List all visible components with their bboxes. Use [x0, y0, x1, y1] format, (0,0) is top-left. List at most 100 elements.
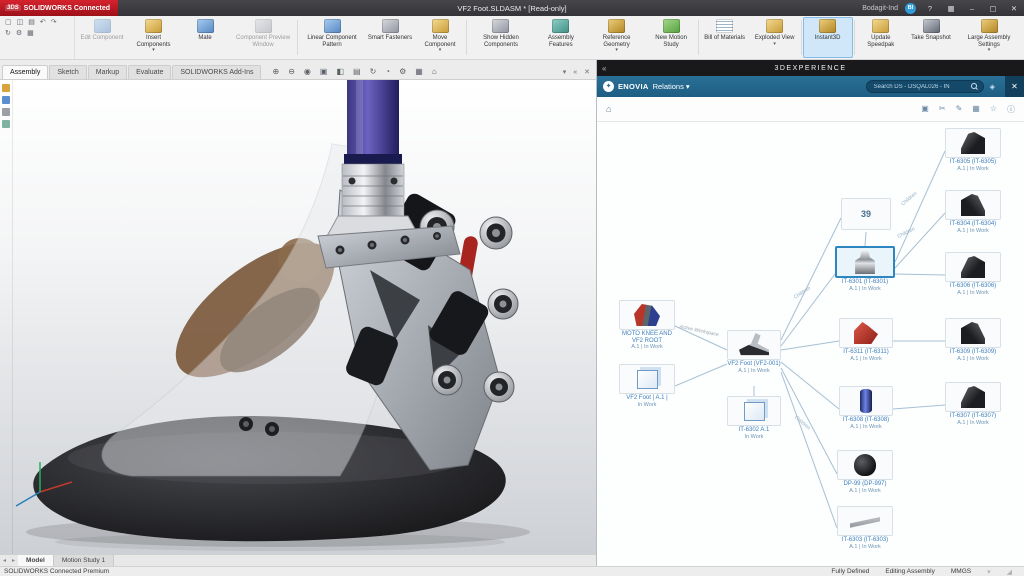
new-motion-study-button[interactable]: New Motion Study — [646, 17, 697, 58]
reference-geometry-button[interactable]: Reference Geometry ▾ — [588, 17, 646, 58]
views-grid-icon[interactable]: ▦ — [27, 29, 34, 37]
tab-markup[interactable]: Markup — [88, 65, 127, 79]
units-caret-icon[interactable]: ▾ — [987, 568, 991, 576]
layers-icon[interactable]: ▣ — [921, 104, 929, 115]
relation-node-it6301-selected[interactable]: IT-6301 (IT-6301) A.1 | In Work — [835, 246, 895, 292]
minimize-button[interactable]: – — [965, 4, 979, 13]
search-input[interactable] — [866, 80, 984, 93]
options-gear-icon[interactable]: ⚙ — [16, 29, 22, 37]
resize-grip-icon[interactable]: ◢ — [1007, 568, 1012, 576]
avatar[interactable]: BI — [905, 3, 916, 14]
zoom-in-icon[interactable]: ⊕ — [272, 67, 279, 76]
tab-scroll-left-icon[interactable]: ◂ — [0, 557, 9, 564]
relation-node-it6311[interactable]: IT-6311 (IT-6311) A.1 | In Work — [839, 318, 893, 362]
tab-motion-study-1[interactable]: Motion Study 1 — [54, 555, 114, 566]
collapse-pane-icon[interactable]: « — [573, 69, 577, 76]
model-viewport[interactable] — [0, 80, 596, 554]
tab-evaluate[interactable]: Evaluate — [128, 65, 171, 79]
tab-solidworks-add-ins[interactable]: SOLIDWORKS Add-Ins — [172, 65, 261, 79]
display-pane-icon[interactable] — [2, 96, 10, 104]
chevron-down-icon[interactable]: ▾ — [988, 48, 991, 53]
scissors-icon[interactable]: ✂ — [939, 104, 946, 115]
star-icon[interactable]: ☆ — [990, 104, 997, 115]
tag-icon[interactable]: ◈ — [986, 83, 999, 91]
close-pane-icon[interactable]: ✕ — [584, 68, 590, 76]
view-orientation-icon[interactable]: ▣ — [320, 67, 328, 76]
units-selector[interactable]: MMGS — [951, 568, 971, 575]
show-hidden-components-button[interactable]: Show Hidden Components — [468, 17, 534, 58]
relations-graph[interactable]: Children Children Children Children Acti… — [597, 122, 1024, 566]
appearance-icon[interactable]: ◔ — [385, 67, 390, 76]
assembly-features-button[interactable]: Assembly Features — [534, 17, 588, 58]
bill-of-materials-button[interactable]: Bill of Materials — [700, 17, 750, 58]
update-speedpak-button[interactable]: Update Speedpak — [856, 17, 906, 58]
save-icon[interactable]: ▤ — [28, 18, 35, 26]
relation-node-it6305[interactable]: IT-6305 (IT-6305) A.1 | In Work — [945, 128, 1001, 172]
expand-panel-icon[interactable]: « — [602, 64, 606, 73]
redo-icon[interactable]: ↷ — [51, 18, 57, 26]
exploded-view-button[interactable]: Exploded View ▾ — [750, 17, 800, 58]
scene-icon[interactable]: ▦ — [415, 67, 423, 76]
relation-node-it6304[interactable]: IT-6304 (IT-6304) A.1 | In Work — [945, 190, 1001, 234]
flat-part-thumbnail — [850, 511, 880, 531]
smart-fasteners-button[interactable]: Smart Fasteners — [365, 17, 415, 58]
instant3d-button[interactable]: Instant3D — [803, 17, 853, 58]
relation-node-vf2-foot-ref[interactable]: VF2 Foot | A.1 | In Work — [619, 364, 675, 408]
chevron-down-icon[interactable]: ▾ — [615, 48, 618, 53]
rebuild-icon[interactable]: ↻ — [5, 29, 11, 37]
relation-node-it6306[interactable]: IT-6306 (IT-6306) A.1 | In Work — [945, 252, 1001, 296]
display-style-icon[interactable]: ◧ — [336, 67, 344, 76]
component-preview-window-button[interactable]: Component Preview Window — [230, 17, 296, 58]
relation-node-moto-knee[interactable]: MOTO KNEE AND VF2 ROOT A.1 | In Work — [619, 300, 675, 350]
tab-sketch[interactable]: Sketch — [49, 65, 86, 79]
relation-node-dp99[interactable]: DP-99 (DP-997) A.1 | In Work — [837, 450, 893, 494]
tab-assembly[interactable]: Assembly — [2, 65, 48, 79]
relation-node-it6309[interactable]: IT-6309 (IT-6309) A.1 | In Work — [945, 318, 1001, 362]
configurations-icon[interactable] — [2, 108, 10, 116]
relation-node-it6302[interactable]: IT-6302 A.1 In Work — [727, 396, 781, 440]
chevron-down-icon[interactable]: ▾ — [563, 68, 567, 76]
search-icon[interactable] — [971, 83, 978, 90]
rotate-view-icon[interactable]: ↻ — [370, 67, 377, 76]
move-component-button[interactable]: Move Component ▾ — [415, 17, 465, 58]
chevron-down-icon[interactable]: ▾ — [773, 42, 776, 47]
assembly-tree-icon[interactable] — [2, 84, 10, 92]
relation-node-vf2-foot[interactable]: VF2 Foot (VF2-001) A.1 | In Work — [727, 330, 781, 374]
home-icon[interactable]: ⌂ — [606, 104, 611, 114]
undo-icon[interactable]: ↶ — [40, 18, 46, 26]
3ds-compass-icon[interactable]: ✦ — [603, 81, 614, 92]
relation-node-it6307[interactable]: IT-6307 (IT-6307) A.1 | In Work — [945, 382, 1001, 426]
pencil-icon[interactable]: ✎ — [956, 104, 963, 115]
new-document-icon[interactable]: ▢ — [5, 18, 12, 26]
chevron-down-icon[interactable]: ▾ — [439, 48, 442, 53]
close-panel-button[interactable]: ✕ — [1005, 76, 1024, 97]
relation-node-it6308[interactable]: IT-6308 (IT-6308) A.1 | In Work — [839, 386, 893, 430]
ribbon-separator — [698, 20, 699, 55]
tab-scroll-right-icon[interactable]: ▸ — [9, 557, 18, 564]
insert-components-button[interactable]: Insert Components ▾ — [127, 17, 180, 58]
open-document-icon[interactable]: ◫ — [17, 18, 24, 26]
close-button[interactable]: ✕ — [1007, 4, 1021, 13]
zoom-fit-icon[interactable]: ◉ — [304, 67, 311, 76]
grid-icon[interactable]: ▦ — [972, 104, 980, 115]
maximize-button[interactable]: ▢ — [986, 4, 1000, 13]
search-area: ◈ — [866, 80, 999, 93]
relation-node-count[interactable]: 39 — [841, 198, 891, 231]
mate-button[interactable]: Mate — [180, 17, 230, 58]
edit-component-button[interactable]: Edit Component — [77, 17, 127, 58]
help-button[interactable]: ? — [923, 4, 937, 13]
zoom-out-icon[interactable]: ⊖ — [288, 67, 295, 76]
dimxpert-icon[interactable] — [2, 120, 10, 128]
view-settings-icon[interactable]: ⚙ — [399, 67, 406, 76]
tab-model[interactable]: Model — [18, 555, 54, 566]
info-icon[interactable]: ⓘ — [1007, 104, 1015, 115]
apps-grid-icon[interactable]: ▦ — [944, 4, 958, 13]
linear-component-pattern-button[interactable]: Linear Component Pattern — [299, 17, 365, 58]
take-snapshot-button[interactable]: Take Snapshot — [906, 17, 956, 58]
home-view-icon[interactable]: ⌂ — [432, 67, 437, 76]
relation-node-it6303[interactable]: IT-6303 (IT-6303) A.1 | In Work — [837, 506, 893, 550]
chevron-down-icon[interactable]: ▾ — [152, 48, 155, 53]
large-assembly-settings-button[interactable]: Large Assembly Settings ▾ — [956, 17, 1022, 58]
section-view-icon[interactable]: ▤ — [353, 67, 361, 76]
app-switcher[interactable]: Relations ▾ — [653, 82, 690, 91]
